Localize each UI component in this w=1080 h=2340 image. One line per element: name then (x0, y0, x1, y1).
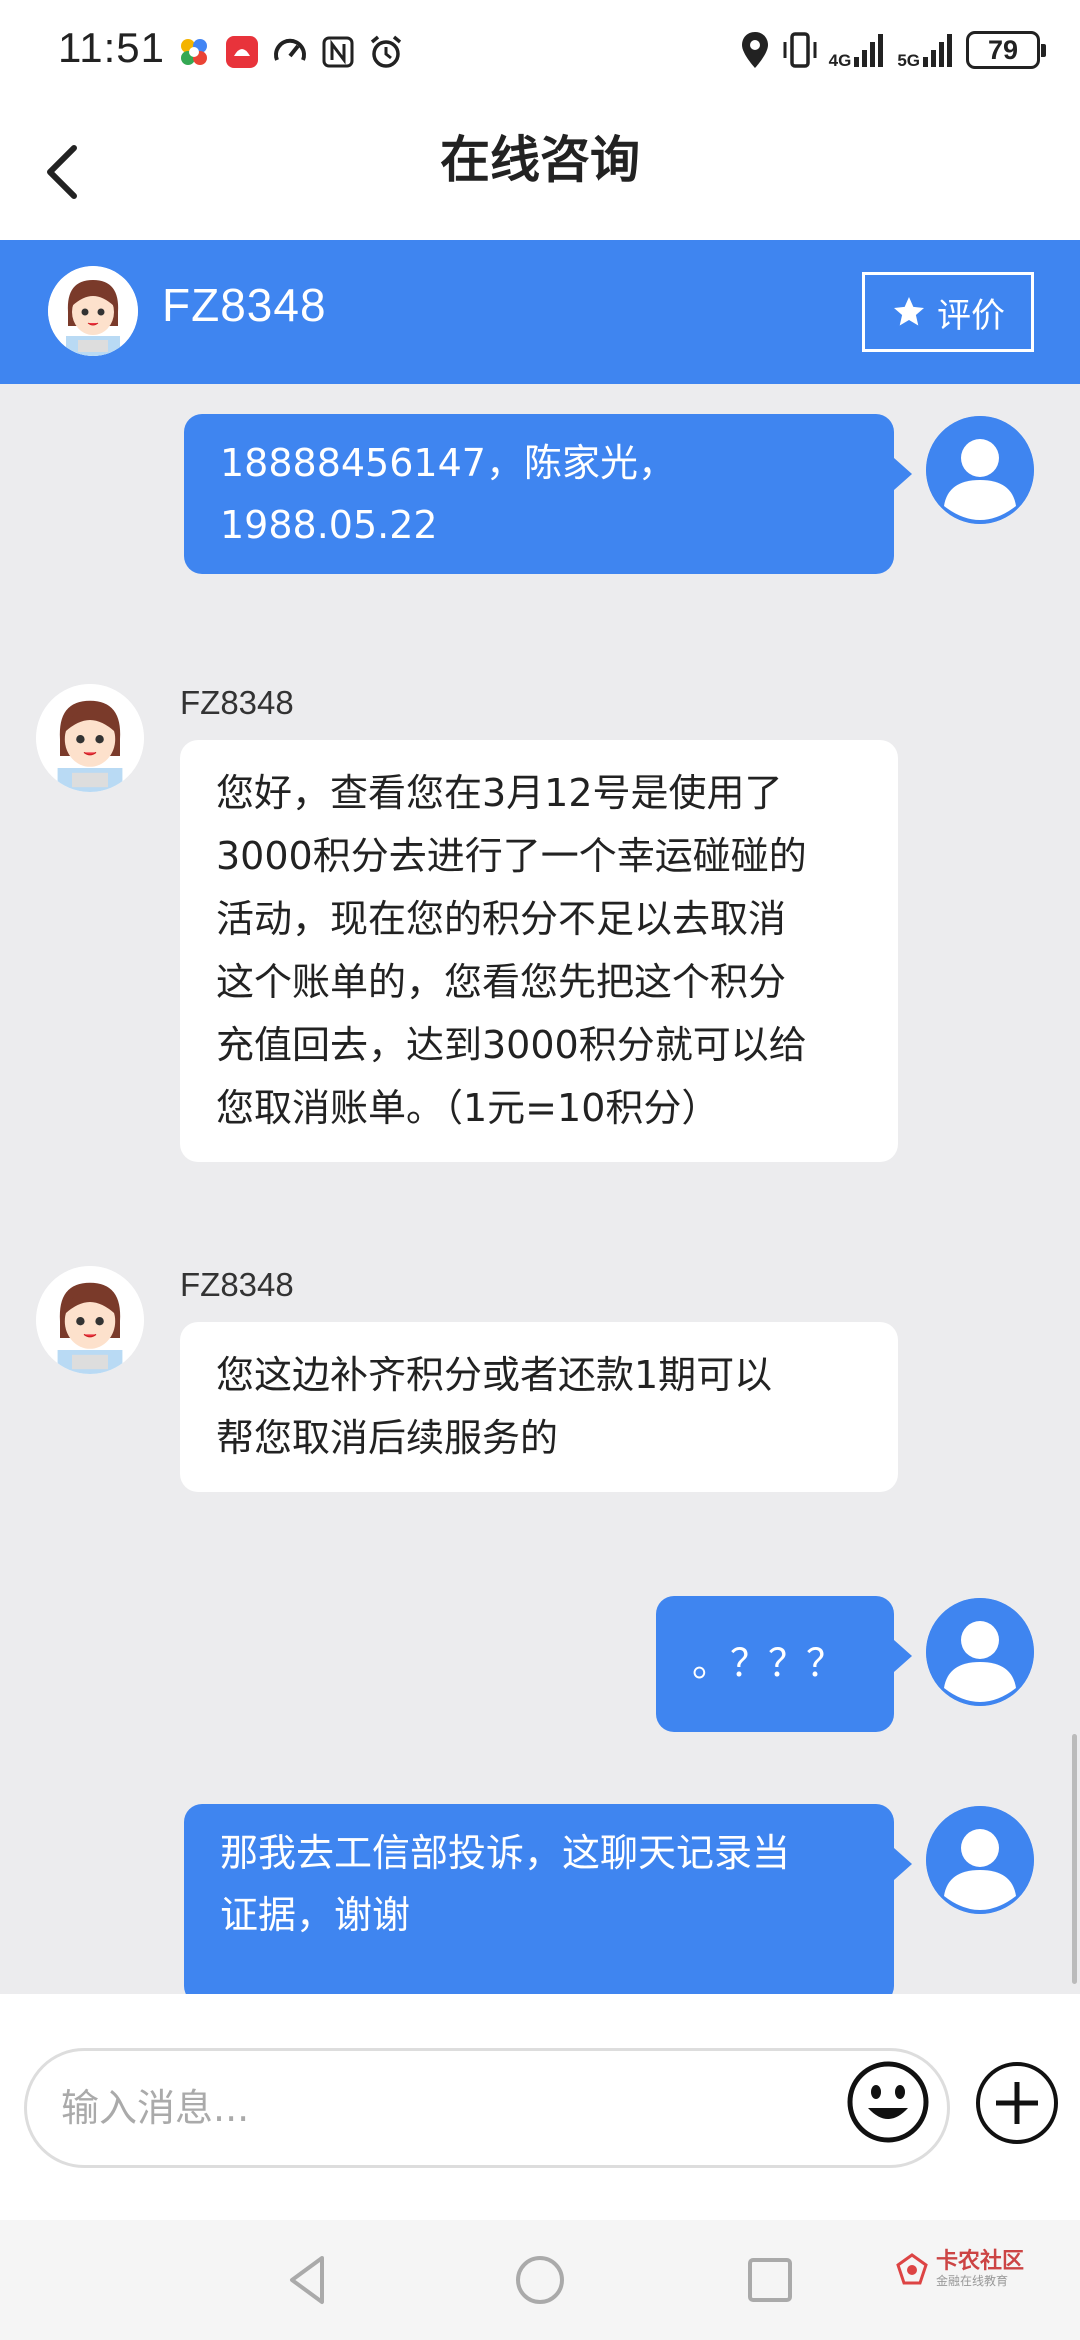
signal-bars-icon (854, 34, 884, 67)
nav-back-icon[interactable] (278, 2250, 338, 2310)
user-avatar[interactable] (926, 1598, 1034, 1706)
chat-message-list[interactable]: 18888456147，陈家光， 1988.05.22 FZ8348 您好，查看… (0, 384, 1080, 1994)
message-input[interactable] (24, 2048, 950, 2168)
message-line: 3000积分去进行了一个幸运碰碰的 (216, 834, 807, 878)
vibrate-icon (783, 32, 817, 68)
status-time: 11:51 (58, 24, 165, 71)
message-line: 活动，现在您的积分不足以去取消 (216, 897, 787, 941)
rate-button-label: 评价 (937, 295, 1005, 336)
user-avatar[interactable] (926, 1806, 1034, 1914)
emoji-button[interactable] (846, 2060, 930, 2144)
watermark-title: 卡农社区 (935, 2249, 1024, 2274)
status-bar: 11:51 4G 5G 79 (0, 0, 1080, 108)
page-title: 在线咨询 (440, 131, 640, 189)
agent-avatar-illustration (36, 1266, 144, 1374)
status-app-icons (176, 34, 404, 70)
signal-5g: 5G (897, 31, 956, 69)
user-icon (926, 416, 1034, 524)
agent-message-name: FZ8348 (180, 1266, 294, 1303)
message-bubble-agent[interactable]: 您这边补齐积分或者还款1期可以 帮您取消后续服务的 (180, 1322, 898, 1492)
system-nav-bar: 卡农社区 金融在线教育 (0, 2220, 1080, 2340)
message-line: 。？？？ (692, 1641, 845, 1685)
message-bubble-user[interactable]: 。？？？ (656, 1596, 912, 1732)
speedometer-icon (274, 38, 306, 61)
user-avatar[interactable] (926, 416, 1034, 524)
message-line: 您这边补齐积分或者还款1期可以 (216, 1353, 773, 1397)
agent-avatar-illustration (36, 684, 144, 792)
message-line: 那我去工信部投诉，这聊天记录当 (220, 1831, 791, 1875)
location-icon (741, 32, 768, 68)
rate-button[interactable]: 评价 (862, 272, 1034, 352)
message-line: 您好，查看您在3月12号是使用了 (216, 771, 783, 815)
nav-home-icon[interactable] (510, 2250, 570, 2310)
agent-avatar[interactable] (48, 266, 138, 356)
agent-name: FZ8348 (162, 279, 327, 331)
signal-4g: 4G (829, 31, 888, 69)
message-line: 这个账单的，您看您先把这个积分 (216, 960, 787, 1004)
star-icon (894, 297, 924, 326)
title-bar: 在线咨询 (0, 108, 1080, 240)
message-bubble-user[interactable]: 那我去工信部投诉，这聊天记录当 证据，谢谢 (184, 1804, 912, 1994)
user-icon (926, 1598, 1034, 1706)
huawei-app-icon (226, 36, 258, 68)
agent-message-name: FZ8348 (180, 684, 294, 721)
watermark-logo-icon (896, 2253, 928, 2285)
message-bubble-user[interactable]: 18888456147，陈家光， 1988.05.22 (184, 414, 912, 574)
message-bubble-agent[interactable]: 您好，查看您在3月12号是使用了 3000积分去进行了一个幸运碰碰的 活动，现在… (180, 740, 898, 1162)
battery-indicator: 79 (966, 31, 1046, 69)
alarm-icon (370, 35, 402, 68)
message-line: 证据，谢谢 (220, 1893, 411, 1937)
add-button[interactable] (974, 2060, 1060, 2146)
agent-message-avatar[interactable] (36, 684, 144, 792)
message-line: 充值回去，达到3000积分就可以给 (216, 1023, 807, 1067)
message-line: 帮您取消后续服务的 (216, 1416, 559, 1460)
watermark: 卡农社区 金融在线教育 (894, 2250, 1024, 2288)
agent-header: FZ8348 评价 (0, 240, 1080, 384)
battery-level: 79 (987, 34, 1019, 65)
app-icon-colorful (181, 39, 207, 65)
watermark-subtitle: 金融在线教育 (935, 2274, 1008, 2288)
user-icon (926, 1806, 1034, 1914)
nfc-icon (322, 36, 354, 68)
nav-recents-icon[interactable] (740, 2250, 800, 2310)
message-line: 1988.05.22 (220, 503, 438, 547)
signal-bars-icon (923, 34, 952, 67)
message-line: 18888456147，陈家光， (220, 441, 676, 485)
status-indicators: 4G 5G 79 (739, 30, 1046, 70)
agent-avatar-illustration (48, 266, 138, 356)
message-line: 您取消账单。（1元=10积分） (216, 1086, 720, 1130)
chat-scrollbar[interactable] (1072, 1734, 1077, 1984)
agent-message-avatar[interactable] (36, 1266, 144, 1374)
